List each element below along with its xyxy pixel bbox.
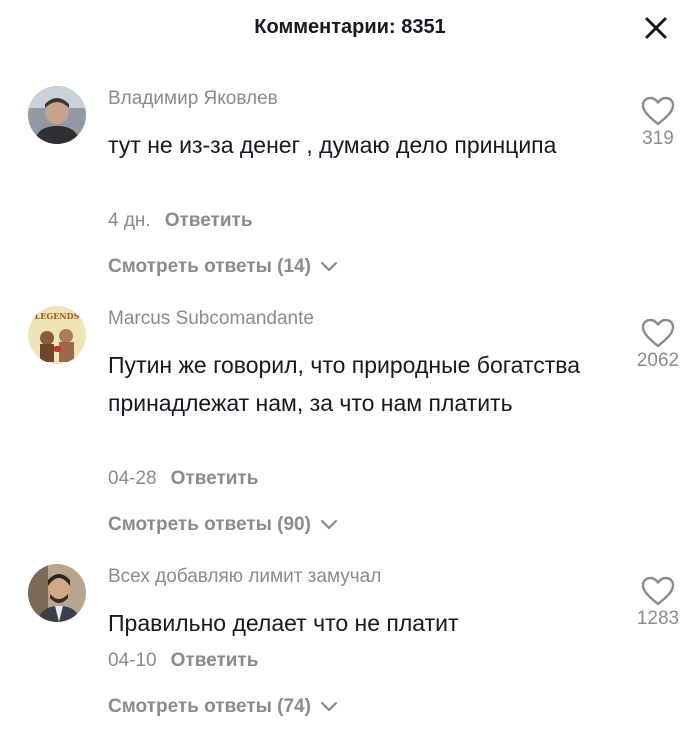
comment-date: 04-10 <box>108 650 157 671</box>
comment-text: тут не из-за денег , думаю дело принципа <box>108 132 557 158</box>
like-count: 319 <box>642 128 674 149</box>
view-replies-label: Смотреть ответы (74) <box>108 696 311 717</box>
avatar[interactable]: LEGENDS <box>28 306 86 364</box>
heart-outline-icon[interactable] <box>641 318 675 348</box>
comment-item: LEGENDS Marcus Subcomandante Путин же го… <box>0 306 700 536</box>
chevron-down-icon <box>321 261 338 272</box>
view-replies-button[interactable]: Смотреть ответы (74) <box>108 696 338 718</box>
comment-text: Путин же говорил, что природные богатств… <box>108 352 580 416</box>
avatar[interactable] <box>28 86 86 144</box>
comments-header: Комментарии: 8351 <box>0 0 700 56</box>
comments-title: Комментарии: 8351 <box>254 16 446 38</box>
comment-date: 4 дн. <box>108 210 151 231</box>
reply-button[interactable]: Ответить <box>171 468 259 489</box>
close-button[interactable] <box>640 12 672 44</box>
comment-meta: 4 дн. Ответить <box>108 210 253 232</box>
heart-outline-icon[interactable] <box>641 576 675 606</box>
heart-outline-icon[interactable] <box>641 96 675 126</box>
chevron-down-icon <box>321 701 338 712</box>
like-count: 2062 <box>636 350 680 371</box>
reply-button[interactable]: Ответить <box>171 650 259 671</box>
comment-username[interactable]: Владимир Яковлев <box>108 88 278 110</box>
comment-username[interactable]: Всех добавляю лимит замучал <box>108 566 381 588</box>
view-replies-button[interactable]: Смотреть ответы (90) <box>108 514 338 536</box>
comment-text: Правильно делает что не платит <box>108 610 459 636</box>
chevron-down-icon <box>321 519 338 530</box>
reply-button[interactable]: Ответить <box>165 210 253 231</box>
avatar[interactable] <box>28 564 86 622</box>
view-replies-button[interactable]: Смотреть ответы (14) <box>108 256 338 278</box>
comment-date: 04-28 <box>108 468 157 489</box>
avatar-caption: LEGENDS <box>35 311 80 321</box>
comment-username[interactable]: Marcus Subcomandante <box>108 308 314 330</box>
like-control: 319 <box>630 96 686 150</box>
comment-item: Всех добавляю лимит замучал Правильно де… <box>0 564 700 724</box>
view-replies-label: Смотреть ответы (14) <box>108 256 311 277</box>
comment-meta: 04-28 Ответить <box>108 468 258 490</box>
comment-meta: 04-10 Ответить <box>108 650 258 672</box>
like-control: 1283 <box>630 576 686 630</box>
view-replies-label: Смотреть ответы (90) <box>108 514 311 535</box>
comment-item: Владимир Яковлев тут не из-за денег , ду… <box>0 86 700 278</box>
like-count: 1283 <box>636 608 680 629</box>
close-icon <box>645 17 667 39</box>
like-control: 2062 <box>630 318 686 372</box>
